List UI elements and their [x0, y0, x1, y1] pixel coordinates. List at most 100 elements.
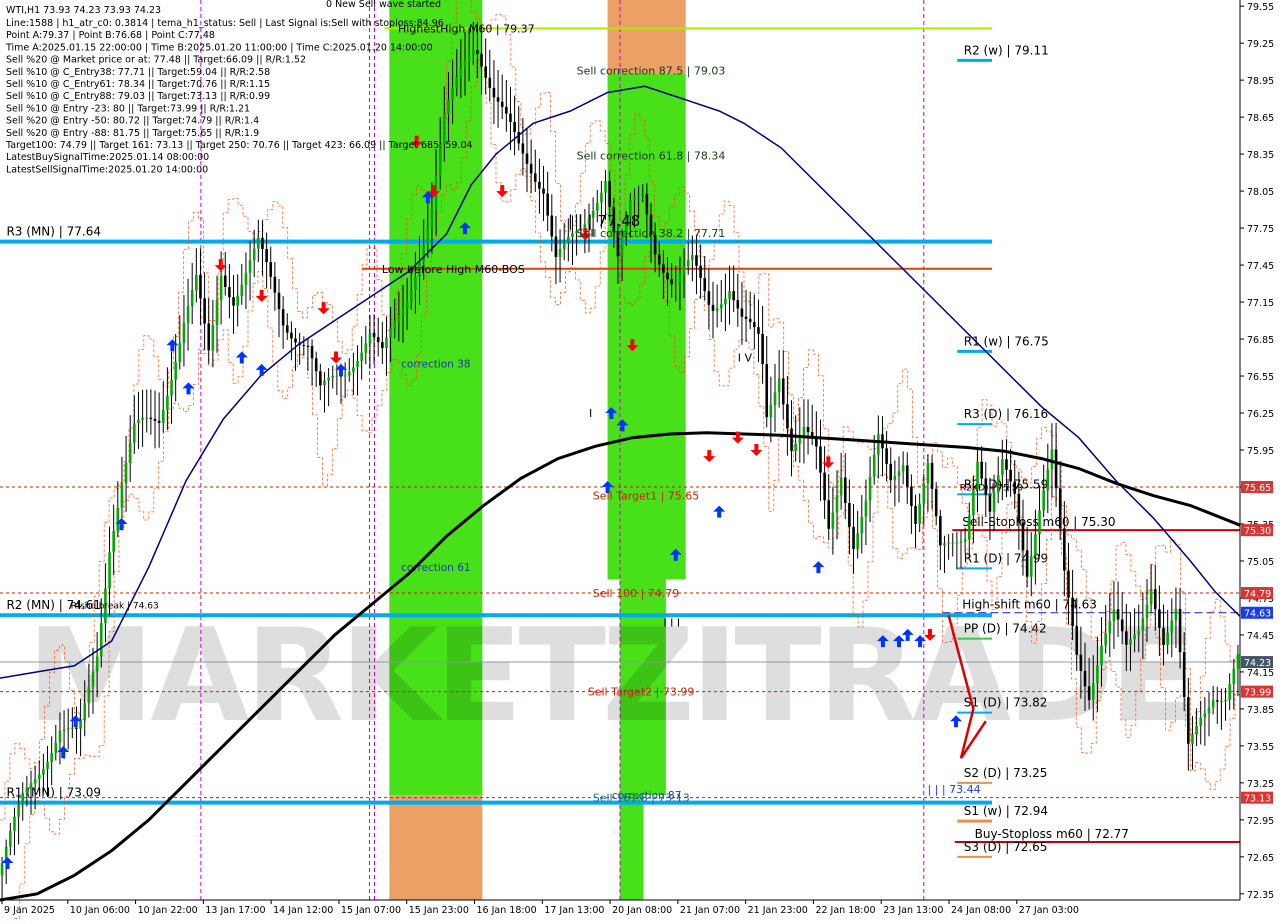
candle-body	[261, 237, 264, 250]
candle-body	[719, 304, 723, 309]
candle-body	[401, 308, 405, 315]
candle-body	[839, 477, 843, 496]
candle-body	[753, 322, 756, 328]
candle-body	[1215, 700, 1219, 702]
candle-body	[405, 301, 409, 309]
candle-body	[471, 50, 475, 56]
candle-body	[141, 417, 144, 420]
candle-body	[992, 492, 996, 512]
candle-body	[819, 446, 822, 473]
candle-body	[496, 97, 500, 102]
candle-body	[765, 364, 769, 418]
price-tick-label: 78.35	[1247, 150, 1274, 161]
candle-body	[327, 377, 330, 381]
candle-body	[484, 66, 487, 78]
candle-body	[66, 728, 70, 730]
candle-body	[715, 308, 719, 311]
candle-body	[195, 274, 198, 291]
info-line: Sell %20 @ Entry -50: 80.72 || Target:74…	[6, 116, 259, 127]
chart-annotation: I I I	[663, 617, 680, 630]
candle-body	[1187, 697, 1190, 744]
time-tick-label: 15 Jan 23:00	[409, 905, 469, 916]
candle-body	[703, 277, 707, 292]
price-tick-label: 77.75	[1247, 224, 1274, 235]
price-tick-label: 79.25	[1247, 39, 1274, 50]
candle-body	[1133, 634, 1136, 640]
candle-body	[546, 193, 549, 216]
candle-body	[203, 298, 206, 324]
candle-body	[521, 143, 525, 154]
candle-body	[50, 753, 53, 762]
candle-body	[331, 375, 335, 378]
candle-body	[1178, 608, 1182, 653]
candle-body	[1096, 665, 1099, 684]
candle-body	[153, 418, 157, 421]
candle-body	[790, 428, 793, 451]
candle-body	[1009, 469, 1012, 482]
candle-body	[182, 322, 186, 343]
candle-body	[240, 284, 244, 296]
candle-body	[637, 194, 640, 197]
candle-body	[988, 494, 992, 512]
candle-body	[1145, 604, 1149, 619]
candle-body	[476, 50, 479, 54]
time-tick-label: 13 Jan 17:00	[205, 905, 265, 916]
info-line: Sell %10 @ Entry -23: 80 || Target:73.99…	[6, 103, 250, 114]
time-tick-label: 14 Jan 12:00	[273, 905, 333, 916]
candle-body	[236, 295, 239, 306]
candle-body	[124, 463, 128, 484]
candle-body	[1087, 686, 1091, 701]
price-tick-label: 73.25	[1247, 779, 1274, 790]
candle-body	[108, 552, 111, 589]
candle-body	[910, 486, 913, 507]
candle-body	[533, 173, 537, 182]
candle-body	[116, 507, 120, 531]
candle-body	[831, 512, 835, 529]
candle-body	[314, 358, 318, 372]
candle-body	[558, 249, 562, 258]
candle-body	[368, 333, 372, 344]
candle-body	[1141, 618, 1145, 631]
candle-body	[21, 792, 25, 804]
candle-body	[29, 783, 33, 788]
candle-body	[9, 830, 12, 847]
price-chart[interactable]: correction 38correction 61correction 87 …	[0, 0, 1280, 924]
candle-body	[980, 461, 983, 479]
candle-body	[178, 342, 182, 363]
time-tick-label: 21 Jan 07:00	[680, 905, 740, 916]
candle-body	[294, 338, 297, 343]
candle-body	[1166, 632, 1169, 645]
candle-body	[843, 477, 847, 504]
pivot-label: R1 (MN) | 73.09	[6, 786, 101, 800]
pivot-label: PP (D) | 74.42	[964, 622, 1047, 636]
candle-body	[761, 333, 764, 365]
candle-body	[1079, 654, 1083, 671]
candle-body	[732, 291, 735, 301]
candle-body	[1125, 631, 1128, 645]
candle-body	[662, 264, 665, 273]
candle-body	[947, 542, 950, 544]
candle-body	[525, 153, 529, 164]
candle-body	[769, 404, 773, 418]
price-tick-label: 78.95	[1247, 76, 1274, 87]
candle-body	[17, 803, 20, 817]
candle-body	[678, 274, 682, 283]
candle-body	[372, 333, 376, 338]
candle-body	[1149, 589, 1153, 605]
candle-body	[864, 500, 868, 517]
candle-body	[71, 727, 74, 729]
candle-body	[422, 245, 425, 262]
price-tick-label: 73.55	[1247, 742, 1274, 753]
candle-body	[277, 292, 281, 310]
candle-body	[922, 483, 926, 504]
candle-body	[1228, 684, 1231, 700]
candle-body	[389, 328, 392, 338]
candle-body	[1191, 734, 1194, 744]
pivot-label: S2 (D) | 73.25	[964, 766, 1048, 780]
price-tick-label: 78.05	[1247, 187, 1274, 198]
candle-body	[459, 67, 463, 78]
candle-body	[323, 380, 326, 386]
info-line: Sell %10 @ C_Entry61: 78.34 || Target:70…	[6, 79, 270, 90]
candle-body	[567, 236, 570, 243]
candle-body	[786, 404, 789, 429]
